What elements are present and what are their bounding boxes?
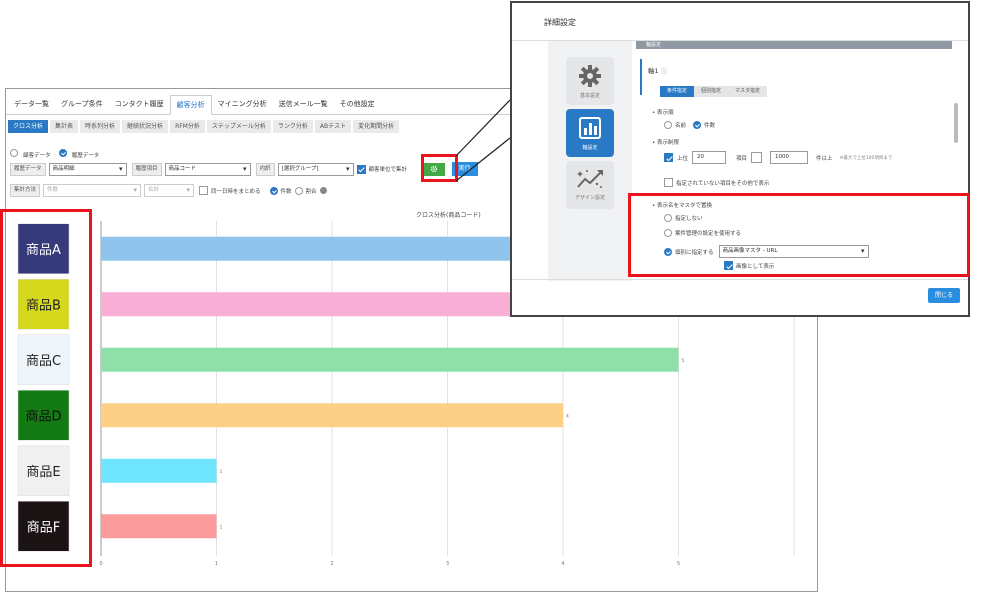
side-design-label: デザイン設定 [574, 195, 605, 201]
limit-note: ※最大で上位100項目まで [839, 155, 893, 161]
axis-accent-line [640, 59, 642, 95]
condition-mode-tabs: 条件指定 個別指定 マスタ指定 [660, 86, 768, 97]
dialog-title: 詳細設定 [544, 18, 576, 27]
axis-title-text: 軸1 [648, 67, 659, 75]
gear-icon [579, 65, 601, 87]
limit-items-label: 項目 [736, 155, 748, 162]
dialog-sidebar: 基本設定 軸設定 デザイン設定 [548, 41, 632, 281]
side-axis-settings[interactable]: 軸設定 [566, 109, 614, 157]
side-axis-label: 軸設定 [582, 145, 598, 151]
show-others-checkbox[interactable] [664, 178, 673, 187]
order-count-radio[interactable] [693, 121, 702, 129]
help-icon[interactable]: ⓘ [661, 67, 668, 75]
axis-title: 軸1 ⓘ [648, 65, 667, 75]
seg-individual[interactable]: 個別指定 [694, 86, 729, 97]
highlight-replace-section [628, 193, 970, 277]
sparkle-chart-icon [577, 170, 603, 188]
show-others-row: 指定されていない項目をその他で表示 [664, 178, 769, 187]
detail-settings-dialog: 詳細設定 基本設定 軸設定 デザイン設定 軸設定 軸1 ⓘ 条件指定 個別指定 … [510, 1, 970, 317]
limit-top-input[interactable]: 20 [692, 151, 727, 164]
seg-condition[interactable]: 条件指定 [660, 86, 695, 97]
close-button[interactable]: 閉じる [927, 288, 960, 303]
limit-over-label: 件以上 [816, 155, 833, 162]
order-name-label: 名前 [675, 123, 687, 129]
limit-top-label: 上位 [677, 155, 689, 162]
dialog-footer: 閉じる [512, 279, 968, 315]
side-design-settings[interactable]: デザイン設定 [566, 161, 614, 209]
display-order-options: 名前 件数 [664, 121, 715, 129]
limit-count-checkbox[interactable] [751, 152, 763, 163]
side-basic-label: 基本設定 [579, 93, 600, 99]
order-count-label: 件数 [704, 123, 716, 129]
display-limit-text: 表示制限 [657, 140, 680, 146]
section-header-strip: 軸設定 [636, 41, 952, 49]
section-header-text: 軸設定 [646, 42, 662, 48]
show-others-label: 指定されていない項目をその他で表示 [676, 180, 770, 187]
display-order-label: • 表示順 [652, 110, 674, 116]
limit-top-checkbox[interactable] [664, 153, 673, 162]
limit-count-input[interactable]: 1000 [770, 151, 809, 164]
side-basic-settings[interactable]: 基本設定 [566, 57, 614, 105]
order-name-radio[interactable] [664, 121, 672, 129]
content-scrollbar[interactable] [954, 103, 958, 143]
display-limit-label: • 表示制限 [652, 140, 680, 146]
dialog-header: 詳細設定 [512, 3, 968, 41]
display-limit-row: 上位 20 項目 1000 件以上 ※最大で上位100項目まで [664, 151, 892, 164]
seg-master[interactable]: マスタ指定 [728, 86, 768, 97]
bar-chart-icon [579, 117, 601, 139]
display-order-text: 表示順 [657, 110, 674, 116]
